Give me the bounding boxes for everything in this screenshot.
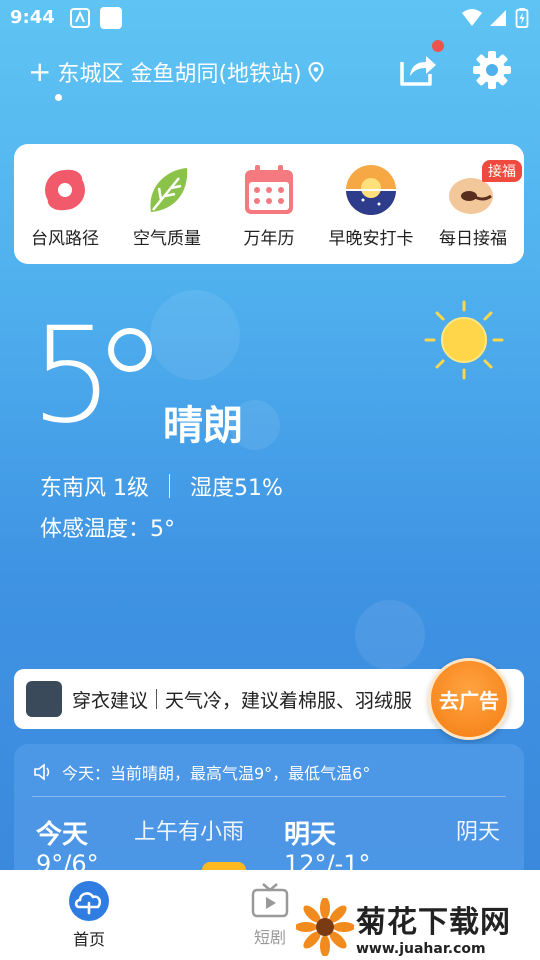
degree-symbol-icon: [108, 328, 152, 372]
divider: [169, 474, 170, 498]
tool-air-quality[interactable]: 空气质量: [116, 144, 218, 264]
nav-label: 短剧: [253, 928, 286, 947]
tool-daily-fortune[interactable]: 接福 每日接福: [422, 144, 524, 264]
calendar-icon: [245, 165, 293, 214]
battery-icon: [515, 8, 529, 28]
location-selector[interactable]: + 东城区 金鱼胡同(地铁站): [28, 56, 324, 88]
nav-home[interactable]: 首页: [68, 880, 110, 950]
divider: [156, 689, 158, 709]
current-temperature: 5: [30, 299, 114, 453]
page-indicator-dot: [55, 94, 62, 101]
tool-label: 早晚安打卡: [328, 229, 414, 249]
nav-short-drama[interactable]: 短剧: [250, 880, 290, 948]
nav-label: 首页: [72, 930, 105, 949]
bokeh-decoration: [150, 290, 240, 380]
feels-like: 体感温度：5°: [40, 517, 175, 542]
sunrise-icon: [346, 165, 396, 215]
quick-tools-card: 台风路径 空气质量 万年历 早晚安打卡 接福 每日接福: [14, 144, 524, 264]
remove-ads-button[interactable]: 去广告: [428, 658, 510, 740]
today-label: 今天: [36, 820, 89, 850]
clothing-icon: [26, 681, 62, 717]
notification-icon: [100, 7, 122, 29]
today-description: 上午有小雨: [134, 820, 245, 845]
speaker-icon: [34, 763, 50, 781]
watermark-title: 菊花下载网: [356, 905, 511, 940]
notification-icon: [70, 8, 90, 28]
tool-label: 每日接福: [439, 229, 507, 249]
bokeh-decoration: [355, 600, 425, 670]
home-cloud-icon: [69, 881, 109, 921]
tv-icon: [251, 883, 289, 918]
wind-humidity-row: 东南风 1级 湿度51%: [40, 470, 283, 502]
status-time: 9:44: [10, 7, 55, 28]
forecast-summary[interactable]: 今天：当前晴朗，最高气温9°，最低气温6°: [34, 760, 370, 784]
typhoon-icon: [45, 169, 85, 211]
flower-logo-icon: [296, 898, 354, 956]
add-location-icon[interactable]: +: [28, 58, 51, 86]
tool-morning-checkin[interactable]: 早晚安打卡: [320, 144, 422, 264]
weather-condition: 晴朗: [163, 403, 243, 449]
tool-label: 台风路径: [31, 229, 99, 249]
signal-icon: [490, 10, 506, 26]
tool-calendar[interactable]: 万年历: [218, 144, 320, 264]
share-button[interactable]: [396, 48, 438, 90]
watermark: 菊花下载网 www.juahar.com: [296, 894, 540, 960]
leaf-icon: [150, 168, 188, 212]
watermark-url: www.juahar.com: [356, 941, 486, 957]
location-name: 东城区 金鱼胡同(地铁站): [57, 62, 302, 87]
forecast-summary-text: 今天：当前晴朗，最高气温9°，最低气温6°: [62, 764, 371, 783]
tool-label: 万年历: [243, 229, 295, 249]
wind-info: 东南风 1级: [40, 476, 149, 501]
humidity-info: 湿度51%: [190, 476, 283, 501]
clothing-title: 穿衣建议: [72, 689, 149, 712]
tool-label: 空气质量: [133, 229, 201, 249]
settings-gear-icon[interactable]: [470, 48, 514, 92]
sun-icon: [424, 300, 504, 380]
status-bar: 9:44: [0, 0, 540, 36]
location-pin-icon: [308, 62, 324, 82]
tomorrow-description: 阴天: [456, 820, 501, 845]
clothing-text: 天气冷，建议着棉服、羽绒服: [165, 689, 413, 712]
tomorrow-label: 明天: [284, 820, 337, 850]
fortune-badge: 接福: [482, 160, 522, 182]
divider: [32, 796, 506, 797]
notification-dot: [432, 40, 444, 52]
tool-typhoon-path[interactable]: 台风路径: [14, 144, 116, 264]
wifi-icon: [462, 9, 482, 26]
